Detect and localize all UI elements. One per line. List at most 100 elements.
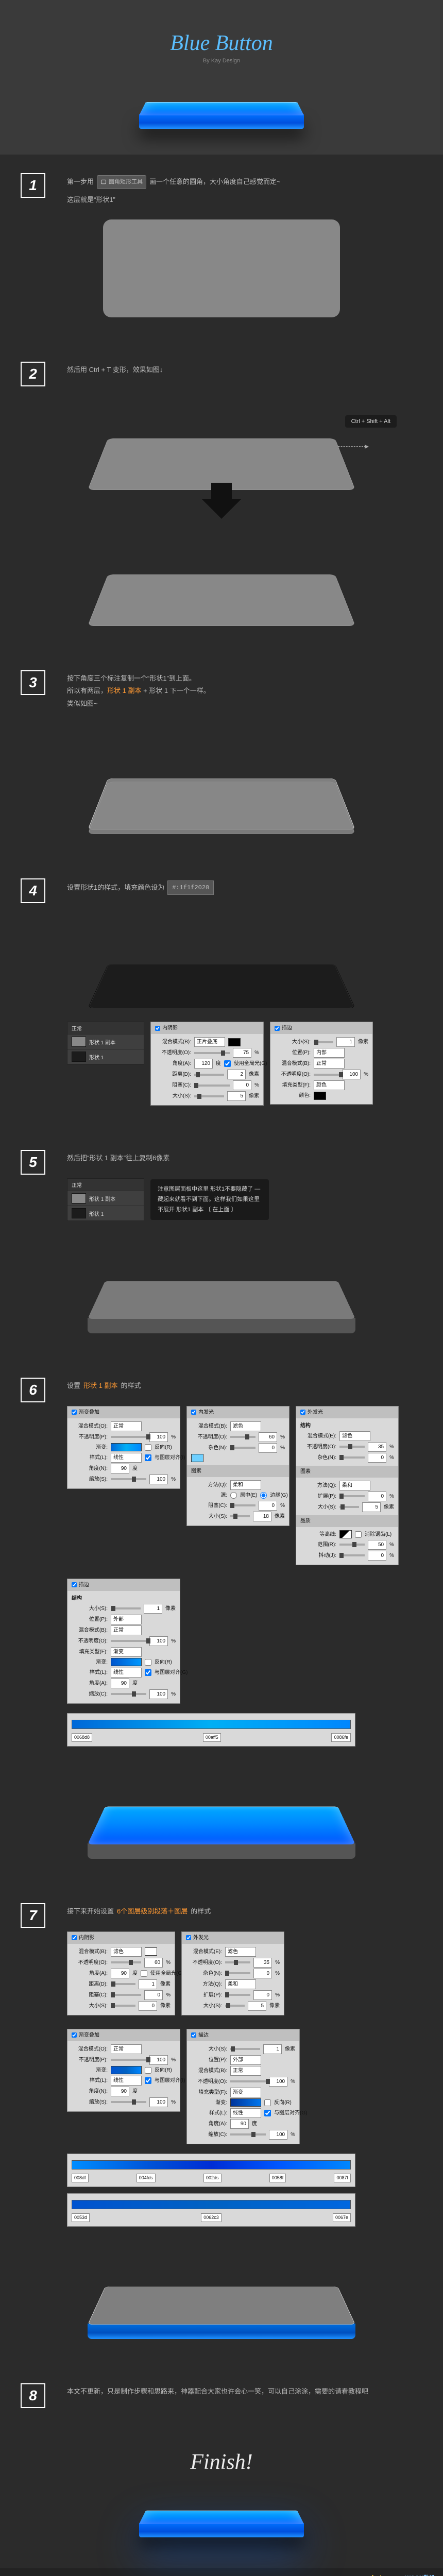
panel-checkbox[interactable] bbox=[155, 1026, 160, 1031]
inner-glow-panel[interactable]: 内发光 混合模式(B):滤色 不透明度(O):60% 杂色(N):0% 图素 方… bbox=[186, 1406, 289, 1526]
grad-stop[interactable]: 0067e bbox=[333, 2213, 351, 2222]
layers-panel[interactable]: 正常 形状 1 副本 形状 1 bbox=[67, 1022, 144, 1064]
layers-panel[interactable]: 正常 形状 1 副本 形状 1 bbox=[67, 1178, 144, 1221]
gradient-swatch[interactable] bbox=[230, 2098, 261, 2107]
scale-slider[interactable] bbox=[111, 1478, 146, 1480]
method-select[interactable]: 柔和 bbox=[225, 1979, 256, 1989]
grad-stop[interactable]: 0062c3 bbox=[201, 2213, 222, 2222]
fill-select[interactable]: 渐变 bbox=[111, 1647, 142, 1657]
fill-select[interactable]: 颜色 bbox=[314, 1080, 345, 1090]
grad-stop[interactable]: 0068d8 bbox=[72, 1733, 92, 1742]
blend-select[interactable]: 正片叠底 bbox=[194, 1037, 225, 1047]
grad-stop[interactable]: 0086fe bbox=[331, 1733, 351, 1742]
size-slider[interactable] bbox=[194, 1095, 224, 1097]
blend-select[interactable]: 正常 bbox=[111, 1421, 142, 1431]
align-checkbox[interactable] bbox=[145, 1454, 151, 1461]
reverse-checkbox[interactable] bbox=[145, 2067, 151, 2074]
panel-checkbox[interactable] bbox=[191, 2032, 196, 2038]
blend-select[interactable]: 正常 bbox=[111, 2044, 142, 2054]
panel-checkbox[interactable] bbox=[300, 1410, 305, 1415]
gradient-bar[interactable] bbox=[72, 2200, 351, 2209]
gradient-editor-2[interactable]: 0053d 0062c3 0067e bbox=[67, 2193, 355, 2227]
outer-glow-panel[interactable]: 外发光 结构 混合模式(E):滤色 不透明度(O):35% 杂色(N):0% 图… bbox=[296, 1406, 399, 1565]
choke-slider[interactable] bbox=[194, 1084, 230, 1087]
reverse-checkbox[interactable] bbox=[264, 2099, 271, 2106]
source-center-radio[interactable] bbox=[230, 1492, 237, 1499]
color-swatch[interactable] bbox=[145, 1947, 157, 1956]
panel-checkbox[interactable] bbox=[72, 1935, 77, 1940]
dist-slider[interactable] bbox=[194, 1074, 224, 1076]
method-select[interactable]: 柔和 bbox=[339, 1481, 370, 1490]
panel-checkbox[interactable] bbox=[275, 1026, 280, 1031]
fill-select[interactable]: 渐变 bbox=[230, 2088, 261, 2097]
layer-row-copy[interactable]: 形状 1 副本 bbox=[67, 1034, 144, 1049]
layer-row-copy[interactable]: 形状 1 副本 bbox=[67, 1191, 144, 1206]
style-select[interactable]: 线性 bbox=[111, 1453, 142, 1463]
inner-shadow-panel[interactable]: 内阴影 混合模式(B):正片叠底 不透明度(O):75% 角度(A):120度 … bbox=[150, 1022, 264, 1106]
blend-select[interactable]: 正常 bbox=[111, 1625, 142, 1635]
gradient-swatch[interactable] bbox=[111, 1443, 142, 1451]
align-checkbox[interactable] bbox=[264, 2110, 271, 2116]
blend-select[interactable]: 滤色 bbox=[230, 1421, 261, 1431]
gradient-editor[interactable]: 0068d8 00aff5 0086fe bbox=[67, 1713, 355, 1747]
color-swatch[interactable] bbox=[228, 1038, 241, 1046]
source-edge-radio[interactable] bbox=[260, 1492, 267, 1499]
stroke-panel[interactable]: 描边 大小(S):1像素 位置(P):外部 混合模式(B):正常 不透明度(O)… bbox=[186, 2029, 300, 2144]
inner-shadow-panel[interactable]: 内阴影 混合模式(B):滤色 不透明度(O):60% 角度(A):90度 使用全… bbox=[67, 1931, 175, 2015]
stroke-panel[interactable]: 描边 大小(S):1像素 位置(P):内部 混合模式(B):正常 不透明度(O)… bbox=[270, 1022, 373, 1105]
grad-stop[interactable]: 00aff5 bbox=[203, 1733, 221, 1742]
pos-select[interactable]: 内部 bbox=[314, 1048, 345, 1058]
contour-swatch[interactable] bbox=[339, 1530, 352, 1538]
reverse-checkbox[interactable] bbox=[145, 1444, 151, 1451]
aa-checkbox[interactable] bbox=[355, 1531, 362, 1538]
gradient-bar[interactable] bbox=[72, 1720, 351, 1729]
layer-row-base[interactable]: 形状 1 bbox=[67, 1206, 144, 1221]
grad-stop[interactable]: 0087f bbox=[334, 2174, 351, 2182]
gradient-swatch[interactable] bbox=[111, 1658, 142, 1666]
global-light-checkbox[interactable] bbox=[224, 1060, 231, 1067]
align-checkbox[interactable] bbox=[145, 1669, 151, 1676]
rounded-rect-tool-icon[interactable]: 圆角矩形工具 bbox=[97, 175, 146, 189]
style-select[interactable]: 线性 bbox=[111, 1668, 142, 1677]
opacity-slider[interactable] bbox=[314, 1074, 339, 1076]
pos-select[interactable]: 外部 bbox=[230, 2055, 261, 2065]
panel-checkbox[interactable] bbox=[72, 2032, 77, 2038]
global-light-checkbox[interactable] bbox=[141, 1970, 147, 1977]
outer-glow-panel[interactable]: 外发光 混合模式(E):滤色 不透明度(O):35% 杂色(N):0% 方法(Q… bbox=[181, 1931, 284, 2015]
panel-checkbox[interactable] bbox=[72, 1582, 77, 1587]
reverse-checkbox[interactable] bbox=[145, 1659, 151, 1666]
grad-stop[interactable]: 008df bbox=[72, 2174, 89, 2182]
gradient-bar[interactable] bbox=[72, 2160, 351, 2170]
grad-stop[interactable]: 0058f bbox=[269, 2174, 286, 2182]
opacity-slider[interactable] bbox=[111, 1436, 146, 1438]
stroke-panel[interactable]: 描边 结构 大小(S):1像素 位置(P):外部 混合模式(B):正常 不透明度… bbox=[67, 1579, 180, 1704]
gradient-overlay-panel[interactable]: 渐变叠加 混合模式(O):正常 不透明度(P):100% 渐变: 反向(R) 样… bbox=[67, 2029, 180, 2112]
panel-checkbox[interactable] bbox=[72, 1410, 77, 1415]
size-slider[interactable] bbox=[314, 1041, 333, 1043]
blend-select[interactable]: 正常 bbox=[230, 2066, 261, 2076]
opacity-slider[interactable] bbox=[194, 1052, 230, 1054]
layer-row-base[interactable]: 形状 1 bbox=[67, 1049, 144, 1064]
style-select[interactable]: 线性 bbox=[111, 2076, 142, 2086]
method-select[interactable]: 柔和 bbox=[230, 1480, 261, 1490]
panel-checkbox[interactable] bbox=[186, 1935, 191, 1940]
gradient-swatch[interactable] bbox=[111, 2066, 142, 2074]
gradient-overlay-panel[interactable]: 渐变叠加 混合模式(O):正常 不透明度(P):100% 渐变: 反向(R) 样… bbox=[67, 1406, 180, 1489]
glow-color-swatch[interactable] bbox=[191, 1454, 203, 1462]
blend-select[interactable]: 滤色 bbox=[111, 1947, 142, 1957]
color-hex-chip[interactable]: #:1f1f2020 bbox=[167, 880, 214, 895]
grad-stop[interactable]: 0053d bbox=[72, 2213, 90, 2222]
layers-blend-select[interactable]: 正常 bbox=[67, 1179, 144, 1191]
color-swatch[interactable] bbox=[314, 1092, 326, 1100]
gradient-editor-1[interactable]: 008df 004fds 002ds 0058f 0087f bbox=[67, 2154, 355, 2187]
grad-stop[interactable]: 004fds bbox=[137, 2174, 156, 2182]
grad-stop[interactable]: 002ds bbox=[203, 2174, 222, 2182]
blend-select[interactable]: 正常 bbox=[314, 1059, 345, 1069]
pos-select[interactable]: 外部 bbox=[111, 1615, 142, 1624]
blend-select[interactable]: 滤色 bbox=[225, 1947, 256, 1957]
align-checkbox[interactable] bbox=[145, 2077, 151, 2084]
style-select[interactable]: 线性 bbox=[230, 2108, 261, 2118]
blend-select[interactable]: 滤色 bbox=[339, 1431, 370, 1441]
layers-blend-select[interactable]: 正常 bbox=[67, 1022, 144, 1034]
panel-checkbox[interactable] bbox=[191, 1410, 196, 1415]
